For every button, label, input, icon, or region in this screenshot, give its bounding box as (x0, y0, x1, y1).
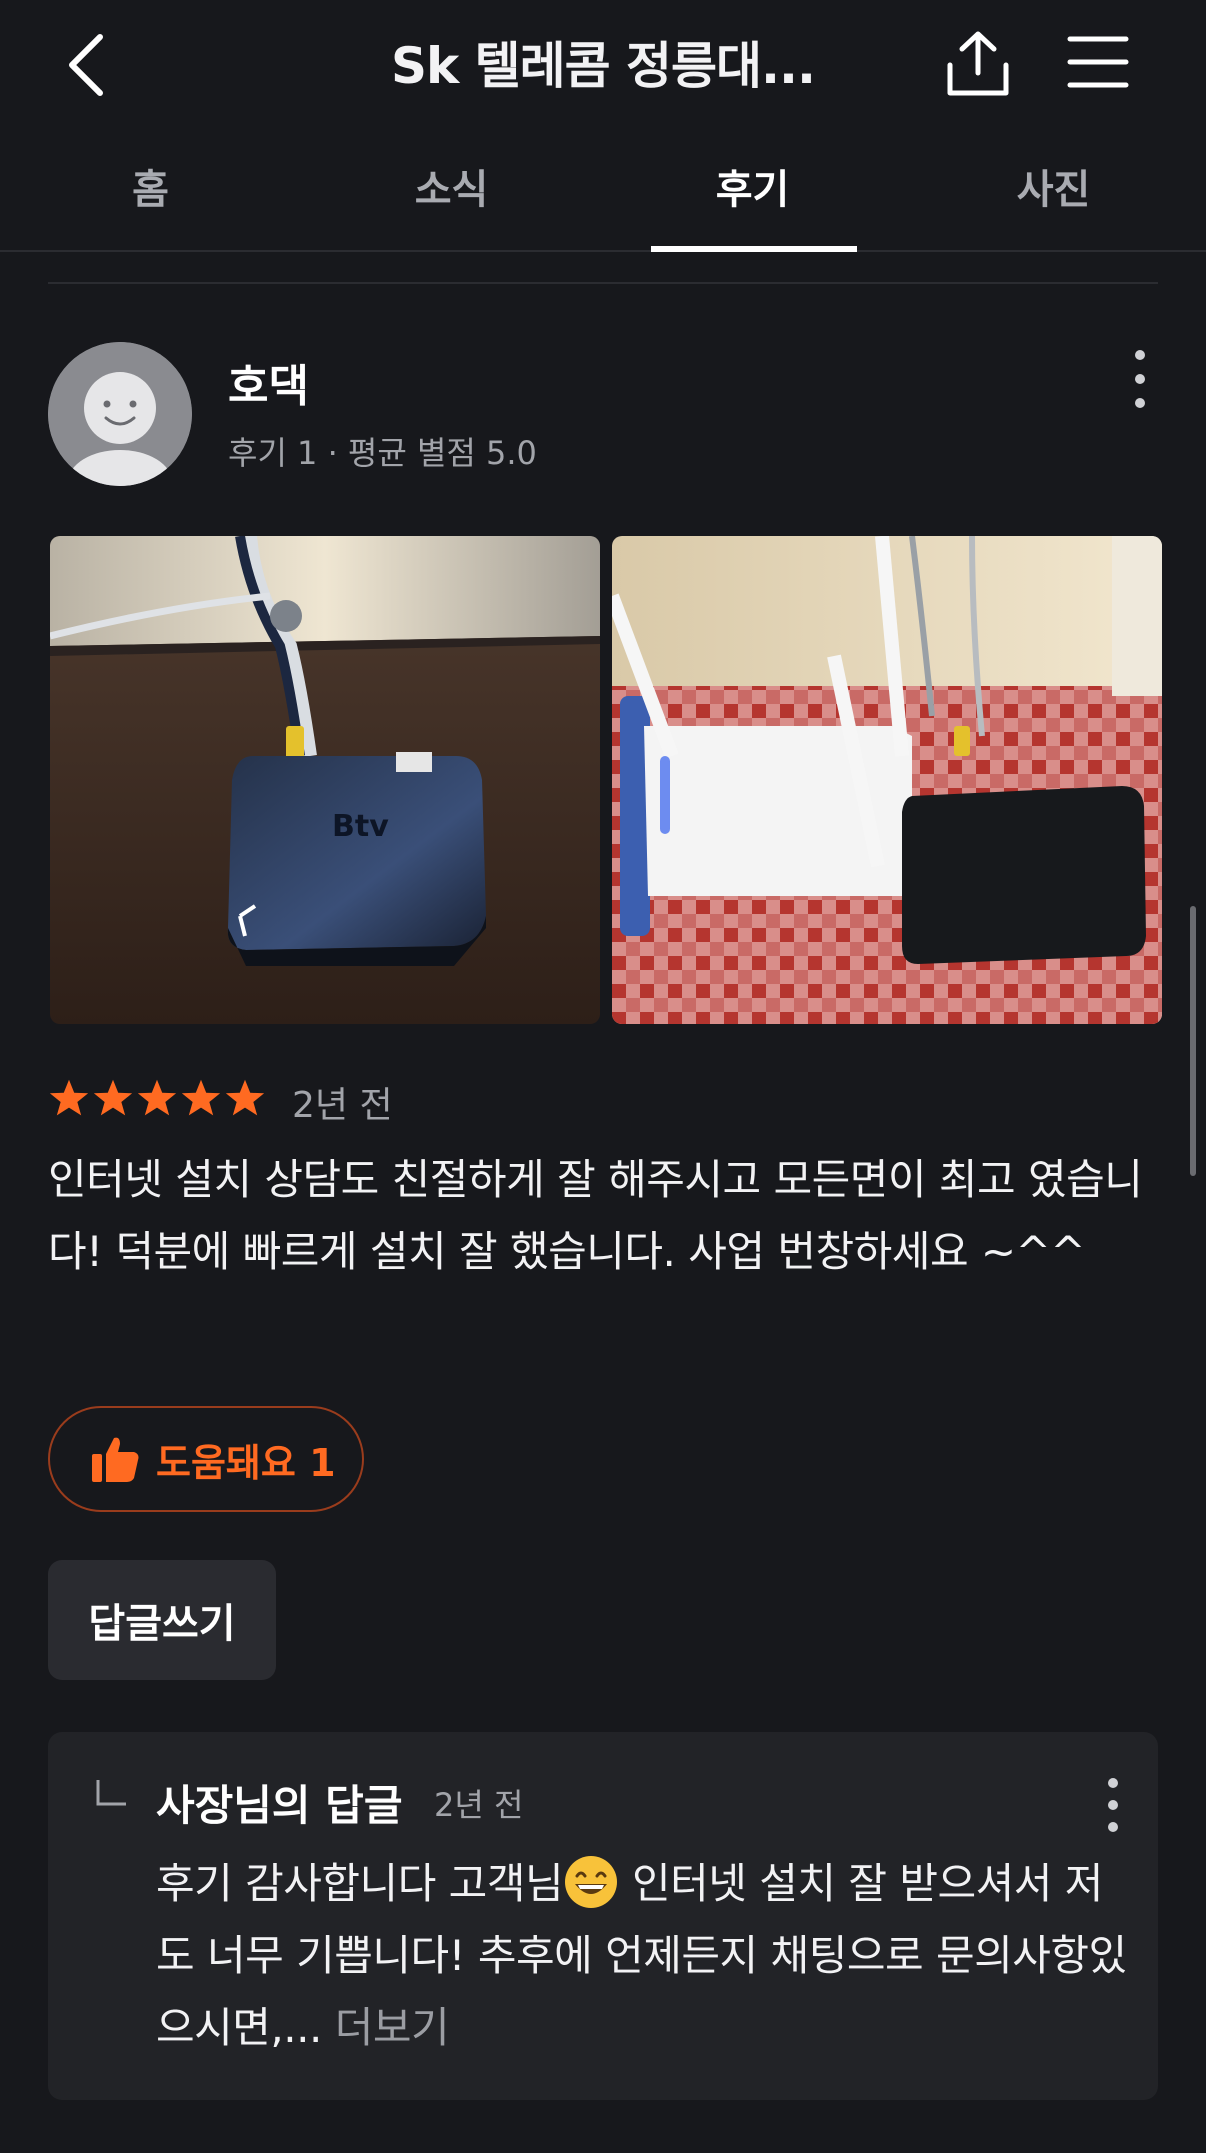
more-dot (1108, 1800, 1118, 1810)
more-dot (1108, 1778, 1118, 1788)
svg-text:Btv: Btv (332, 809, 389, 844)
default-avatar-icon (48, 342, 192, 486)
owner-reply-date: 2년 전 (434, 1786, 524, 1824)
grinning-face-emoji-icon (565, 1856, 618, 1908)
divider (48, 282, 1158, 284)
review-author[interactable]: 호댁 (228, 350, 309, 414)
scrollbar[interactable] (1190, 906, 1196, 1176)
review-date: 2년 전 (292, 1085, 393, 1126)
menu-button[interactable] (1064, 30, 1132, 94)
more-dot (1135, 398, 1145, 408)
active-tab-indicator (651, 246, 857, 252)
star-icon (93, 1079, 133, 1116)
more-dot (1108, 1822, 1118, 1832)
owner-reply: 사장님의 답글 2년 전 후기 감사합니다 고객님 인터넷 설치 잘 받으셔서 … (48, 1732, 1158, 2100)
rating-stars (48, 1078, 266, 1118)
chevron-left-icon (69, 34, 103, 96)
tab-news[interactable]: 소식 (301, 140, 602, 252)
more-dot (1135, 350, 1145, 360)
star-icon (49, 1079, 89, 1116)
thumbs-up-icon (92, 1437, 139, 1482)
owner-reply-text-part-1: 후기 감사합니다 고객님 (156, 1859, 564, 1908)
review-text: 인터넷 설치 상담도 친절하게 잘 해주시고 모든면이 최고 였습니다! 덕분에… (48, 1155, 1143, 1276)
star-icon (181, 1079, 221, 1116)
owner-reply-text: 후기 감사합니다 고객님 인터넷 설치 잘 받으셔서 저도 너무 기쁩니다! 추… (156, 1848, 1136, 2064)
review-photo-2[interactable] (612, 536, 1162, 1024)
tab-home[interactable]: 홈 (0, 140, 301, 252)
owner-reply-title: 사장님의 답글 (156, 1781, 403, 1830)
page-title: Sk 텔레콤 정릉대... (390, 37, 816, 95)
owner-reply-more-button[interactable] (1098, 1774, 1128, 1836)
avatar[interactable] (48, 342, 192, 486)
top-app-bar: Sk 텔레콤 정릉대... (0, 0, 1206, 130)
helpful-label: 도움돼요 1 (156, 1440, 336, 1485)
star-icon (137, 1079, 177, 1116)
back-button[interactable] (56, 30, 116, 100)
write-reply-button[interactable]: 답글쓰기 (48, 1560, 276, 1680)
review-more-button[interactable] (1120, 344, 1160, 414)
review-photo-1[interactable]: Btv (50, 536, 600, 1024)
tab-bar: 홈 소식 후기 사진 (0, 140, 1206, 252)
photo-settop-box: Btv (50, 536, 600, 1024)
more-dot (1135, 374, 1145, 384)
tab-photos[interactable]: 사진 (903, 140, 1204, 252)
photo-router (612, 536, 1162, 1024)
share-icon (947, 31, 1009, 96)
tab-reviews[interactable]: 후기 (602, 140, 903, 252)
review-author-meta: 후기 1 · 평균 별점 5.0 (228, 434, 537, 472)
helpful-button[interactable]: 도움돼요 1 (48, 1406, 364, 1512)
share-button[interactable] (940, 26, 1016, 102)
star-icon (225, 1079, 265, 1116)
reply-arrow-icon (96, 1780, 126, 1806)
hamburger-menu-icon (1067, 36, 1129, 88)
read-more-link[interactable]: 더보기 (335, 2003, 450, 2052)
